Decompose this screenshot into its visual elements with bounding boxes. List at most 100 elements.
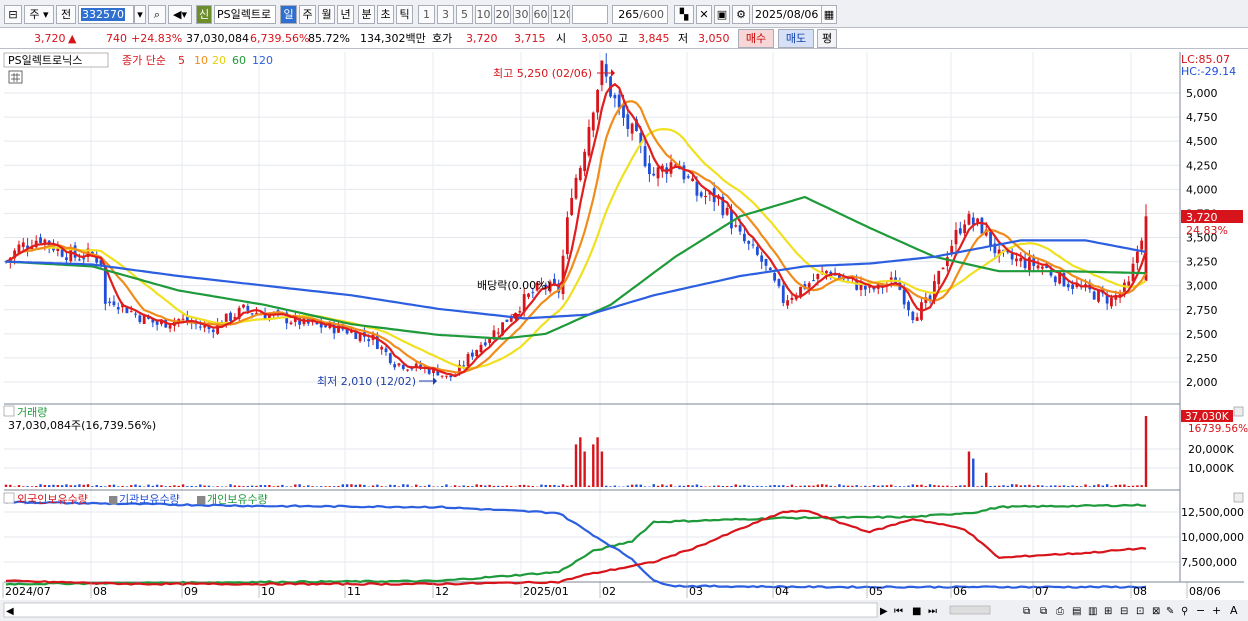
- chart-area[interactable]: 5,0004,7504,5004,2504,0003,7503,5003,250…: [0, 50, 1248, 621]
- chart-type-icon[interactable]: ▥: [1088, 606, 1097, 617]
- volume-bar: [760, 486, 763, 487]
- horizontal-scrollbar[interactable]: [3, 602, 878, 618]
- volume-bar: [1088, 486, 1092, 487]
- volume-bar: [609, 486, 612, 487]
- speaker-icon[interactable]: ◀▾: [168, 5, 192, 24]
- volume-bar: [376, 484, 379, 487]
- forward-icon[interactable]: ⏭: [928, 606, 937, 617]
- count-input[interactable]: 265/600: [612, 5, 668, 24]
- buy-button[interactable]: 매수: [738, 29, 774, 48]
- volume-bar: [130, 485, 133, 487]
- period-second[interactable]: 초: [377, 5, 394, 24]
- print-icon[interactable]: ⎙: [1056, 606, 1064, 617]
- calendar-icon[interactable]: ▦: [821, 5, 837, 24]
- indicator-icon[interactable]: ⊞: [1104, 606, 1112, 617]
- holding-panel-close-icon[interactable]: [1233, 492, 1244, 503]
- volume-bar: [959, 485, 962, 487]
- volume-bar: [78, 484, 81, 487]
- code-input[interactable]: 332570: [78, 5, 134, 24]
- period-week[interactable]: 주: [299, 5, 316, 24]
- volume-bar: [920, 484, 923, 487]
- interval-3[interactable]: 3: [437, 5, 454, 24]
- volume-bar: [764, 486, 768, 487]
- volume-bar: [479, 484, 483, 487]
- table-toggle-icon[interactable]: [8, 70, 23, 84]
- period-day[interactable]: 일: [280, 5, 297, 24]
- volume-bar: [833, 486, 837, 487]
- volume-bar: [56, 485, 60, 487]
- search-icon[interactable]: ⌕: [148, 5, 166, 24]
- period-minute[interactable]: 분: [358, 5, 375, 24]
- font-size-icon[interactable]: A: [1230, 604, 1238, 617]
- zoom-icon[interactable]: ⚲: [1181, 606, 1188, 617]
- zoom-slider[interactable]: [949, 605, 991, 615]
- interval-60[interactable]: 60: [532, 5, 549, 24]
- sell-button[interactable]: 매도: [778, 29, 814, 48]
- candle-body: [764, 258, 768, 266]
- scroll-left-icon[interactable]: ◀: [6, 606, 14, 617]
- volume-bar: [1110, 486, 1113, 487]
- rewind-icon[interactable]: ⏮: [894, 606, 903, 617]
- market-select[interactable]: 주 ▾: [24, 5, 54, 24]
- copy-icon[interactable]: ⧉: [1040, 606, 1047, 617]
- volume-bar: [661, 484, 664, 487]
- volume-bar: [989, 486, 992, 487]
- interval-5[interactable]: 5: [456, 5, 473, 24]
- candle-body: [902, 289, 906, 305]
- gear-icon[interactable]: ⚙: [732, 5, 750, 24]
- interval-custom-input[interactable]: [572, 5, 608, 24]
- holding-panel-icon[interactable]: [3, 492, 15, 504]
- interval-30[interactable]: 30: [513, 5, 530, 24]
- volume-bar: [510, 485, 513, 487]
- stop-icon[interactable]: ■: [912, 606, 921, 617]
- candle-body: [967, 213, 971, 225]
- export-icon[interactable]: ⊡: [1136, 606, 1144, 617]
- volume-bar: [445, 484, 448, 487]
- period-tick[interactable]: 틱: [396, 5, 413, 24]
- interval-120[interactable]: 120: [551, 5, 570, 24]
- holding-tick-10000000: 10,000,000: [1181, 531, 1244, 544]
- scroll-right-icon[interactable]: ▶: [880, 606, 888, 617]
- candle-body: [1140, 240, 1144, 250]
- avg-button[interactable]: 평: [817, 29, 837, 48]
- crosshair-icon[interactable]: ✕: [696, 5, 712, 24]
- code-dropdown-icon[interactable]: ▾: [134, 5, 146, 24]
- volume-bar: [531, 485, 535, 487]
- volume-bar: [756, 485, 759, 487]
- candle-body: [613, 95, 617, 99]
- zoom-in-icon[interactable]: +: [1212, 604, 1221, 617]
- image-icon[interactable]: ⊠: [1152, 606, 1160, 617]
- volume-bar: [69, 485, 72, 487]
- save-icon[interactable]: ▣: [714, 5, 730, 24]
- bar-width-icon[interactable]: ▚: [674, 5, 694, 24]
- zoom-out-icon[interactable]: −: [1196, 604, 1205, 617]
- candle-body: [643, 146, 647, 167]
- candle-body: [138, 315, 142, 323]
- volume-bar: [738, 485, 742, 487]
- chart-menu-icon[interactable]: ⊟: [4, 5, 22, 24]
- stock-name-field[interactable]: PS일렉트로: [214, 5, 276, 24]
- interval-20[interactable]: 20: [494, 5, 511, 24]
- volume-bar: [26, 486, 29, 487]
- volume-bar: [579, 437, 582, 487]
- candle-body: [134, 313, 137, 315]
- volume-bar: [855, 485, 858, 487]
- grid-icon[interactable]: ▤: [1072, 606, 1081, 617]
- candle-body: [704, 195, 707, 198]
- tool-icon[interactable]: ⊟: [1120, 606, 1128, 617]
- volume-bar: [669, 484, 673, 487]
- volume-bar: [838, 484, 841, 487]
- volume-panel-icon[interactable]: [3, 405, 15, 417]
- volume-bar: [475, 484, 478, 487]
- date-input[interactable]: 2025/08/06: [752, 5, 822, 24]
- layout-icon[interactable]: ⧉: [1023, 606, 1030, 617]
- turnover-rate: 85.72%: [308, 32, 350, 45]
- prev-button[interactable]: 전: [56, 5, 76, 24]
- interval-1[interactable]: 1: [418, 5, 435, 24]
- pen-icon[interactable]: ✎: [1166, 606, 1174, 617]
- period-year[interactable]: 년: [337, 5, 354, 24]
- volume-panel-close-icon[interactable]: [1233, 406, 1244, 417]
- volume-bar: [678, 485, 681, 487]
- interval-10[interactable]: 10: [475, 5, 492, 24]
- period-month[interactable]: 월: [318, 5, 335, 24]
